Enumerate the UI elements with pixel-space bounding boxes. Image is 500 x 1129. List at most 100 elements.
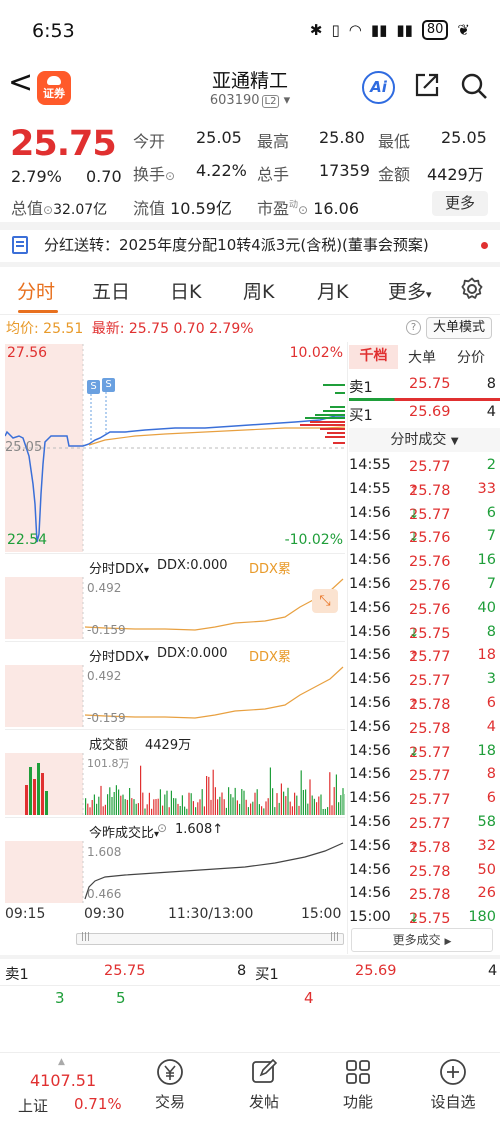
add-watchlist-button[interactable]: 设自选	[418, 1057, 488, 1112]
tab-weekly-k[interactable]: 周K	[243, 277, 274, 304]
share-icon[interactable]	[414, 72, 440, 98]
tab-more[interactable]: 更多▾	[388, 277, 432, 304]
mcap-label: 总值	[11, 199, 44, 218]
ai-assistant-button[interactable]: Ai	[362, 71, 395, 104]
trade-volume: 58	[477, 814, 496, 830]
tab-monthly-k[interactable]: 月K	[317, 277, 348, 304]
tab-five-day[interactable]: 五日	[92, 277, 130, 304]
active-tab-indicator	[18, 310, 58, 313]
trades-title[interactable]: 分时成交 ▼	[349, 428, 500, 452]
trade-row: 14:56 25.75 ↓ 8	[349, 623, 496, 642]
trade-volume: 18	[477, 647, 496, 664]
y-max-label: 27.56	[7, 345, 48, 361]
trade-volume: 2	[486, 457, 496, 473]
ddx-chart-1: 0.492 -0.159 ⤡	[5, 577, 345, 639]
status-time: 6:53	[32, 20, 75, 42]
volume-value: 17359	[319, 161, 370, 180]
help-icon[interactable]: ?	[406, 320, 421, 335]
trade-volume: 7	[486, 528, 496, 545]
signal-2-icon: ▮▮	[396, 21, 413, 39]
ddx-selector-2[interactable]: 分时DDX▾	[89, 646, 149, 665]
index-ticker[interactable]: ▲ 4107.51 上证 0.71%	[4, 1057, 124, 1121]
trade-row: 14:56 25.77 8	[349, 766, 496, 785]
bottom-book-row: 卖1 25.75 8 买1 25.69 4	[0, 960, 500, 986]
ddx-top-1: 0.492	[87, 581, 122, 595]
ddx-chart-2: 0.492 -0.159	[5, 665, 345, 727]
info-dots-icon[interactable]: ⊙	[165, 169, 175, 183]
open-label: 今开	[133, 132, 166, 151]
pe-value: 16.06	[313, 199, 359, 218]
trade-button[interactable]: 交易	[135, 1057, 205, 1112]
trade-row: 14:56 25.77 6	[349, 790, 496, 809]
trade-volume: 26	[477, 885, 496, 902]
caret-up-icon: ▲	[58, 1057, 65, 1067]
turnover-label: 换手	[133, 165, 166, 184]
big-order-mode-button[interactable]: 大单模式	[426, 317, 492, 339]
ratio-chart: 1.608 0.466	[5, 841, 345, 903]
trade-volume: 32	[477, 837, 496, 854]
price-chart[interactable]: S S 27.56 25.05 22.54 10.02% -10.02%	[5, 344, 345, 552]
trade-row: 14:56 25.77 58	[349, 814, 496, 832]
last-label: 最新:	[91, 321, 125, 337]
trade-time: 14:56	[349, 671, 391, 688]
trade-row: 14:56 25.76 ↓ 7	[349, 528, 496, 547]
avg-value: 25.51	[43, 321, 84, 337]
ddx-header-1: 分时DDX▾ DDX:0.000 DDX累计:0.492	[5, 553, 345, 596]
trade-time: 14:56	[349, 623, 391, 640]
more-trades-button[interactable]: 更多成交 ▶	[351, 928, 493, 952]
bottom-toolbar: ▲ 4107.51 上证 0.71% 交易 发帖 功能 设自选	[0, 1052, 500, 1129]
info-dots-icon[interactable]: ⊙	[298, 203, 308, 217]
buy1-price: 25.69	[409, 404, 451, 420]
trade-row: 14:56 25.78 ↑ 6	[349, 695, 496, 713]
sell1-label: 卖1	[349, 380, 373, 396]
tab-daily-k[interactable]: 日K	[170, 277, 201, 304]
ratio-selector[interactable]: 今昨成交比▾	[89, 822, 159, 841]
gear-icon[interactable]	[460, 277, 484, 301]
trade-time: 14:56	[349, 837, 391, 854]
trade-volume: 50	[477, 861, 496, 878]
signal-badge-s[interactable]: S	[102, 378, 115, 392]
buy1-vol: 4	[486, 404, 496, 420]
avg-label: 均价:	[6, 321, 39, 337]
grid-icon	[346, 1060, 370, 1084]
bottom-num-3: 4	[304, 989, 314, 1007]
tab-intraday[interactable]: 分时	[17, 277, 55, 304]
functions-button[interactable]: 功能	[323, 1057, 393, 1112]
volume-max-label: 101.8万	[87, 757, 130, 770]
pct-min-label: -10.02%	[284, 532, 343, 548]
tab-depth[interactable]: 千档	[349, 345, 398, 369]
ddx-header-2: 分时DDX▾ DDX:0.000 DDX累计:0.492	[5, 641, 345, 684]
chevron-down-icon[interactable]: ▾	[284, 93, 291, 108]
ddx-selector-1[interactable]: 分时DDX▾	[89, 558, 149, 577]
trade-time: 14:56	[349, 718, 391, 735]
bottom-sell-label: 卖1	[5, 967, 29, 983]
last-price: 25.75	[10, 124, 117, 164]
tab-by-price[interactable]: 分价	[457, 347, 485, 367]
pe-sup: 动	[289, 200, 299, 211]
bottom-buy-label: 买1	[255, 967, 279, 983]
trade-volume: 4	[486, 718, 496, 735]
change-amount: 0.70	[86, 167, 122, 186]
trade-volume: 6	[486, 695, 496, 711]
buy1-row: 买1 25.69 4	[349, 403, 500, 425]
trade-volume: 6	[486, 790, 496, 807]
level-badge[interactable]: L2	[261, 95, 280, 108]
dividend-notice[interactable]: 分红送转：2025年度分配10转4派3元(含税)(董事会预案)	[0, 227, 500, 263]
edit-icon	[252, 1058, 278, 1083]
info-dots-icon[interactable]: ⊙	[43, 203, 53, 217]
tab-big-order[interactable]: 大单	[408, 347, 436, 367]
stock-header: < 证券 亚通精工 603190 L2 ▾ Ai	[0, 60, 500, 118]
ratio-top: 1.608	[87, 845, 122, 859]
sell1-price: 25.75	[409, 376, 451, 392]
plus-circle-icon	[440, 1059, 466, 1085]
ratio-help-icon[interactable]: ⊙	[157, 821, 167, 835]
low-label: 最低	[378, 132, 411, 151]
signal-badge-s[interactable]: S	[87, 380, 100, 394]
search-icon[interactable]	[460, 72, 488, 100]
y-mid-label: 25.05	[5, 440, 43, 455]
notice-text: 分红送转：2025年度分配10转4派3元(含税)(董事会预案)	[44, 236, 429, 254]
collapse-arrows-icon[interactable]: ⤡	[312, 589, 338, 613]
post-button[interactable]: 发帖	[229, 1057, 299, 1112]
more-quote-button[interactable]: 更多	[432, 191, 488, 216]
chart-scrollbar[interactable]: ||| |||	[76, 932, 344, 945]
